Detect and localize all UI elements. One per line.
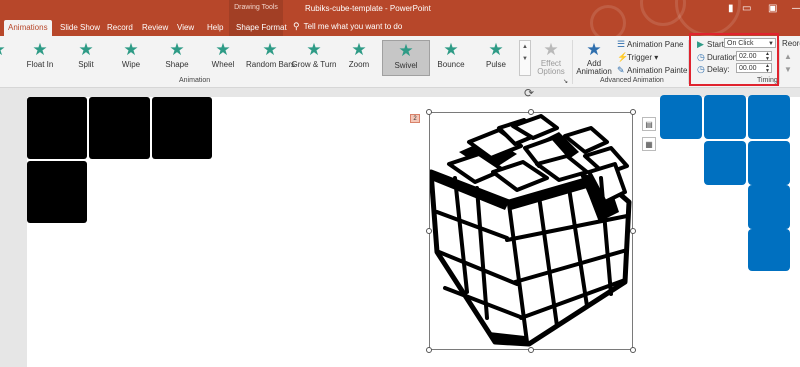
black-tile[interactable] <box>27 161 87 223</box>
trigger-button[interactable]: ⚡Trigger ▾ <box>617 52 658 63</box>
paintbrush-icon: ✎ <box>617 65 625 75</box>
group-separator <box>779 40 780 84</box>
move-later-icon[interactable]: ▼ <box>784 65 792 74</box>
resize-handle[interactable] <box>426 228 432 234</box>
bounce-star-icon: ★ <box>443 40 459 59</box>
black-tile[interactable] <box>27 97 87 159</box>
animation-pulse[interactable]: ★ Pulse <box>472 40 520 76</box>
animation-shape[interactable]: ★ Shape <box>153 40 201 76</box>
design-ideas-icon[interactable]: ▦ <box>642 137 656 151</box>
resize-handle[interactable] <box>528 109 534 115</box>
animation-label: Shape <box>165 60 189 69</box>
float-in-star-icon: ★ <box>32 40 48 59</box>
timing-highlight-box <box>689 33 779 86</box>
resize-handle[interactable] <box>630 228 636 234</box>
animation-painter-button[interactable]: ✎ Animation Painter <box>617 65 690 76</box>
effect-options-button[interactable]: ★ Effect Options <box>531 40 571 76</box>
minimize-icon[interactable]: — <box>792 3 800 14</box>
animation-wheel[interactable]: ★ Wheel <box>199 40 247 76</box>
animation-bounce[interactable]: ★ Bounce <box>427 40 475 76</box>
animation-zoom[interactable]: ★ Zoom <box>335 40 383 76</box>
animation-label: Grow & Turn <box>291 60 337 69</box>
tab-review[interactable]: Review <box>138 20 172 36</box>
ribbon-display-icon[interactable]: ▣ <box>768 3 777 14</box>
shape-star-icon: ★ <box>169 40 185 59</box>
blue-tile[interactable] <box>748 95 790 139</box>
animation-label: Bounce <box>437 60 465 69</box>
animation-label: Wipe <box>121 60 141 69</box>
context-group-title: Drawing Tools <box>234 4 278 11</box>
animation-float-in[interactable]: ★ Float In <box>16 40 64 76</box>
animation-grow-turn[interactable]: ★ Grow & Turn <box>290 40 338 76</box>
gallery-more-button[interactable]: ▲ ▼ <box>519 40 531 76</box>
tab-record[interactable]: Record <box>103 20 137 36</box>
selection-frame <box>429 112 633 350</box>
animation-wipe[interactable]: ★ Wipe <box>107 40 155 76</box>
zoom-star-icon: ★ <box>351 40 367 59</box>
split-star-icon: ★ <box>78 40 94 59</box>
resize-handle[interactable] <box>426 347 432 353</box>
effect-options-label: Effect Options <box>537 59 565 76</box>
wipe-star-icon: ★ <box>123 40 139 59</box>
blue-tile[interactable] <box>748 185 790 229</box>
tab-slide-show[interactable]: Slide Show <box>56 20 104 36</box>
black-tile[interactable] <box>89 97 150 159</box>
tab-animations[interactable]: Animations <box>4 20 52 36</box>
animation-label: Swivel <box>394 61 418 70</box>
animation-label: Pulse <box>485 60 506 69</box>
tell-me-text: Tell me what you want to do <box>303 22 403 31</box>
blue-tile[interactable] <box>748 141 790 185</box>
animation-label: Split <box>78 60 94 69</box>
blue-tile[interactable] <box>748 229 790 271</box>
add-animation-label: Add Animation <box>576 59 612 76</box>
add-animation-star-icon: ★ <box>586 40 602 59</box>
swivel-star-icon: ★ <box>398 41 414 60</box>
animation-group-label: Animation <box>179 77 211 84</box>
animation-label: Wheel <box>211 60 235 69</box>
animation-label: Float In <box>26 60 54 69</box>
animation-dialog-launcher-icon[interactable]: ↘ <box>563 78 568 85</box>
animation-random-bars[interactable]: ★ Random Bars <box>246 40 295 76</box>
document-title: Rubiks-cube-template - PowerPoint <box>305 4 431 13</box>
title-bar: Drawing Tools Rubiks-cube-template - Pow… <box>0 0 800 36</box>
black-tile[interactable] <box>152 97 212 159</box>
animation-label: Random Bars <box>246 60 295 69</box>
trigger-icon: ⚡ <box>617 52 629 62</box>
rotate-handle-icon[interactable]: ⟳ <box>524 86 534 100</box>
random-bars-star-icon: ★ <box>262 40 278 59</box>
resize-handle[interactable] <box>528 347 534 353</box>
move-earlier-icon[interactable]: ▲ <box>784 52 792 61</box>
blue-tile[interactable] <box>704 141 746 185</box>
tab-shape-format[interactable]: Shape Format <box>232 20 291 36</box>
lightbulb-icon: ⚲ <box>293 21 300 31</box>
blue-tile[interactable] <box>660 95 702 139</box>
animation-split[interactable]: ★ Split <box>62 40 110 76</box>
resize-handle[interactable] <box>426 109 432 115</box>
effect-options-icon: ★ <box>543 40 559 59</box>
add-animation-button[interactable]: ★ Add Animation <box>573 40 615 76</box>
account-icon[interactable]: ▮ <box>728 3 734 14</box>
layout-options-icon[interactable]: ▤ <box>642 117 656 131</box>
blue-tile[interactable] <box>704 95 746 139</box>
animation-pane-icon: ☰ <box>617 39 626 49</box>
restore-ribbon-icon[interactable]: ▭ <box>742 3 751 14</box>
animation-label: Zoom <box>348 60 370 69</box>
ribbon: ★ ★ Float In ★ Split ★ Wipe ★ Shape ★ Wh… <box>0 36 800 88</box>
animation-pane-button[interactable]: ☰ Animation Pane <box>617 39 683 50</box>
animation-order-marker[interactable]: 2 <box>410 114 420 123</box>
resize-handle[interactable] <box>630 109 636 115</box>
advanced-animation-group-label: Advanced Animation <box>600 77 664 84</box>
reorder-label: Reord <box>782 39 800 48</box>
animation-swivel[interactable]: ★ Swivel <box>382 40 430 76</box>
grow-turn-star-icon: ★ <box>306 40 322 59</box>
tab-view[interactable]: View <box>173 20 198 36</box>
tab-help[interactable]: Help <box>203 20 227 36</box>
resize-handle[interactable] <box>630 347 636 353</box>
pulse-star-icon: ★ <box>488 40 504 59</box>
decorative-circle <box>590 5 626 36</box>
wheel-star-icon: ★ <box>215 40 231 59</box>
tell-me-box[interactable]: ⚲ Tell me what you want to do <box>293 21 402 32</box>
